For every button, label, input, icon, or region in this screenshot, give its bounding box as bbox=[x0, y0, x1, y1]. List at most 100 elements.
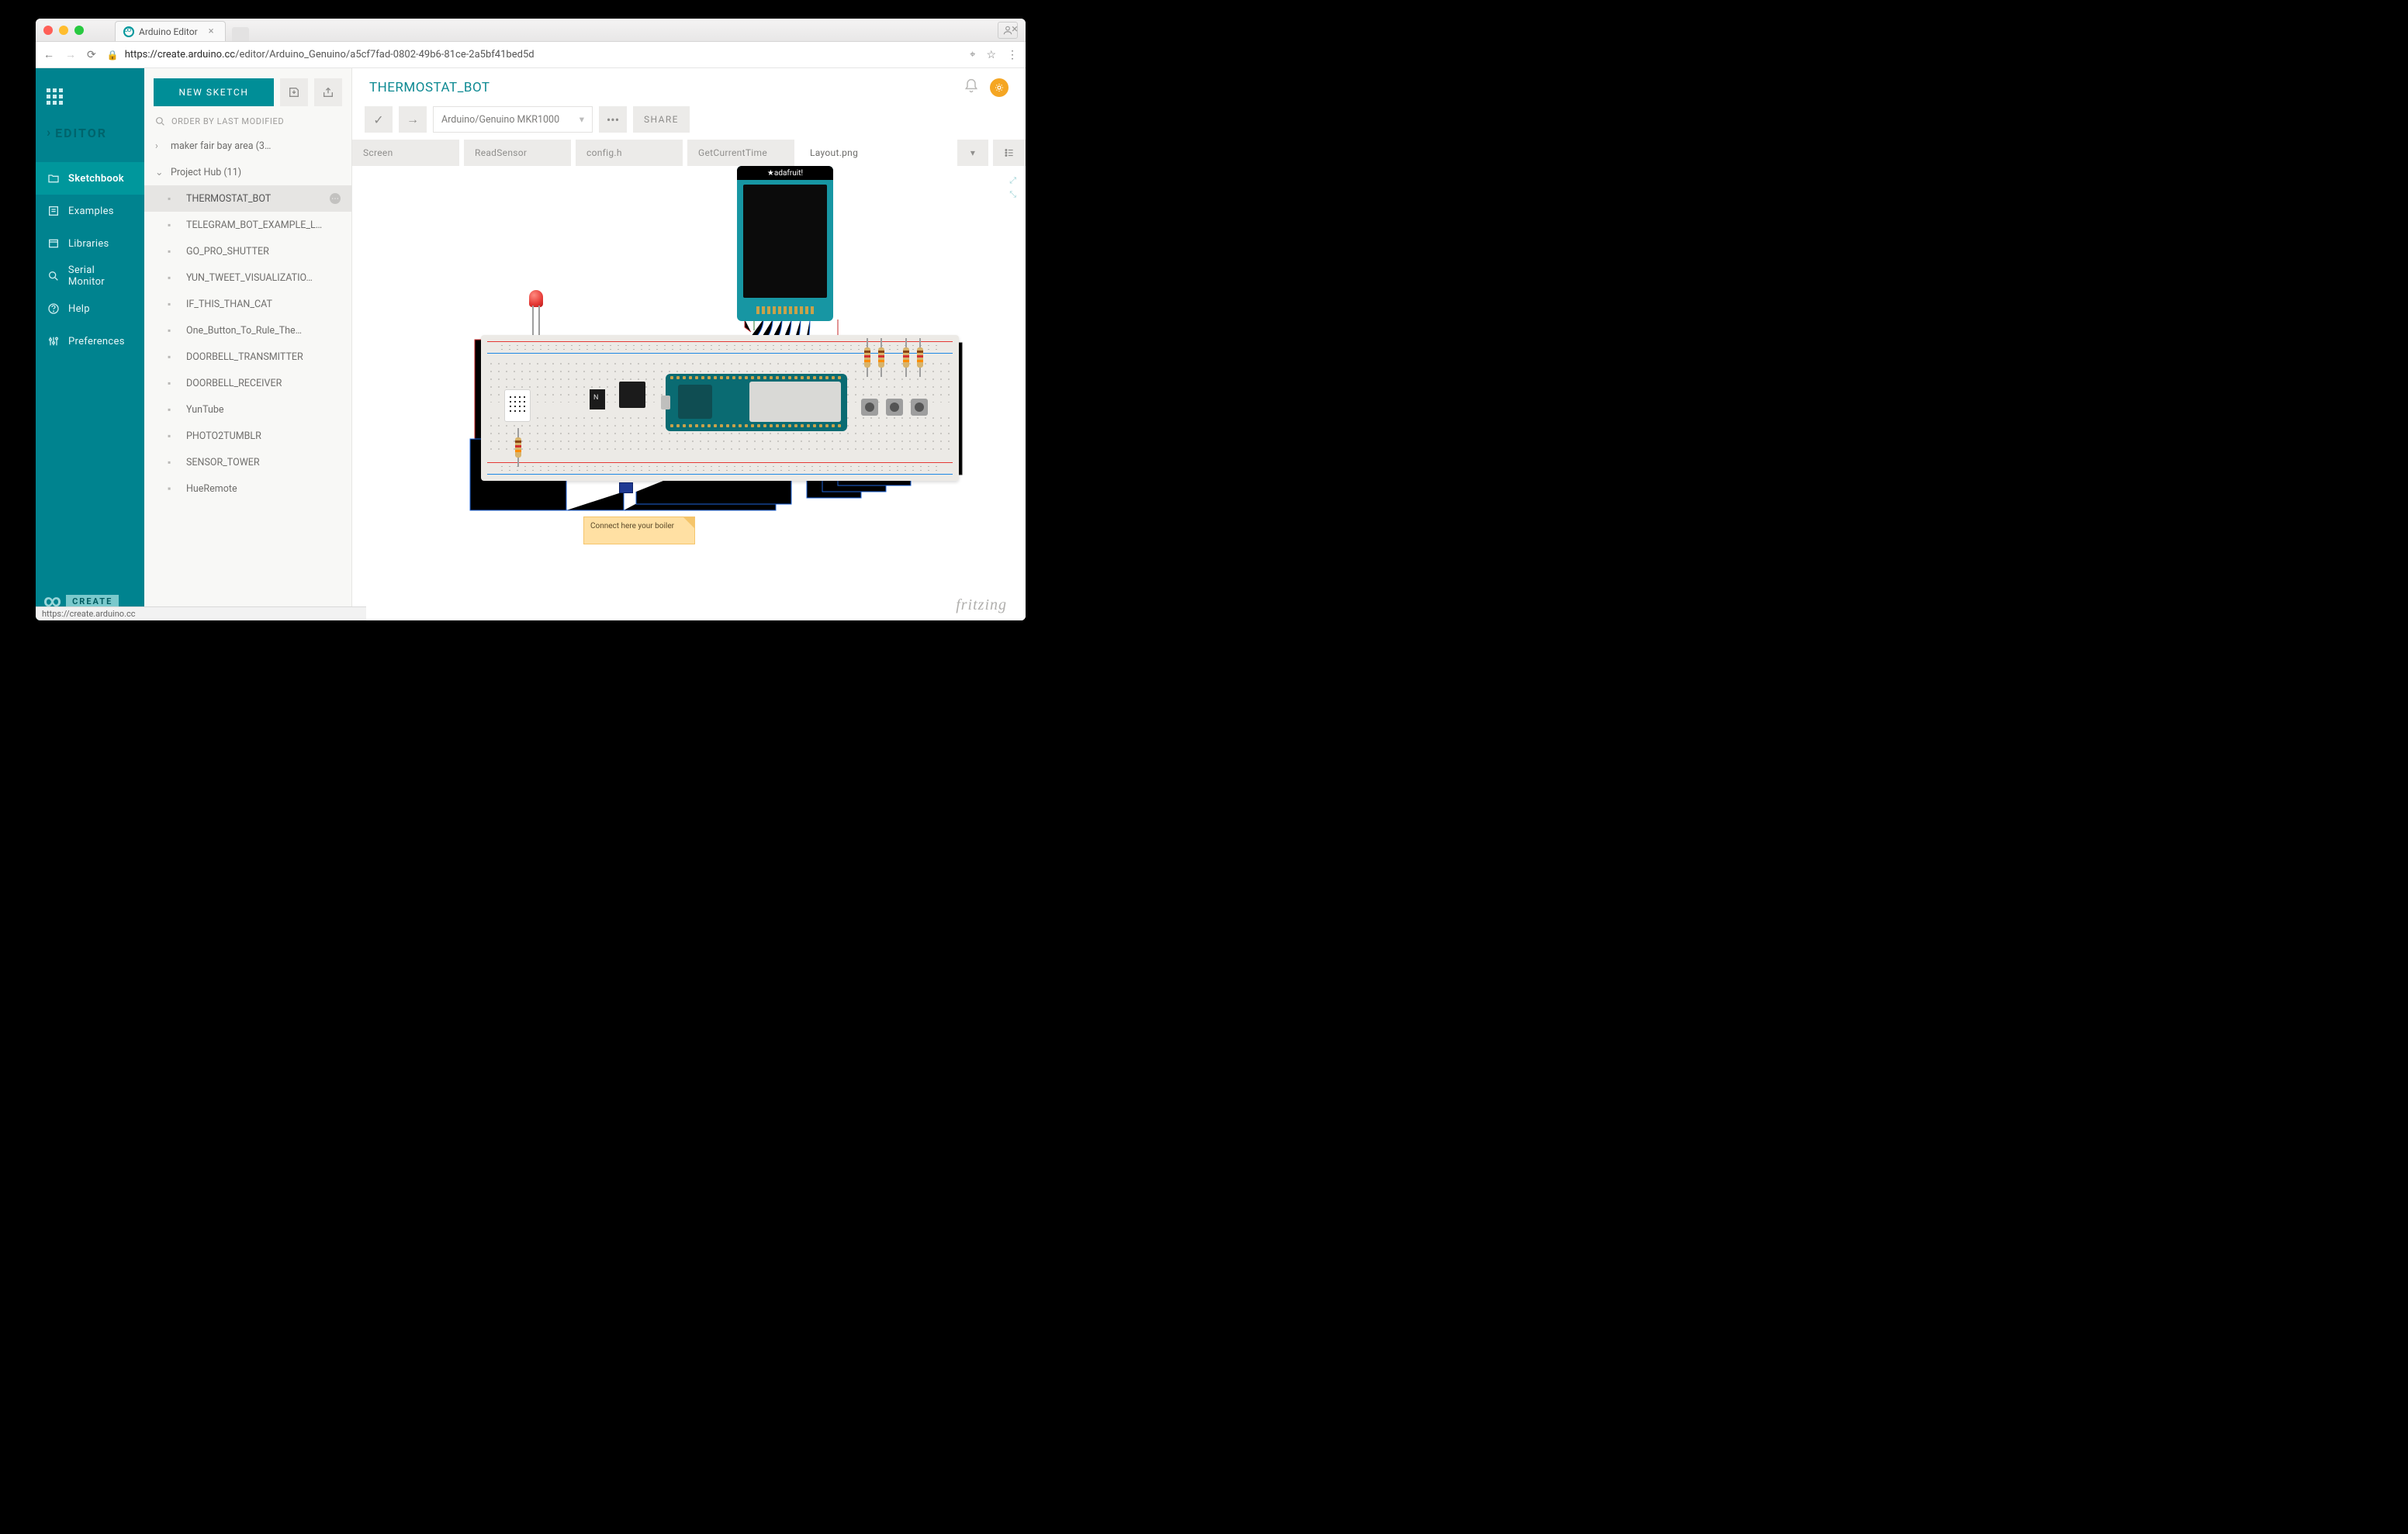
dht-sensor bbox=[504, 389, 531, 422]
nav-examples[interactable]: Examples bbox=[36, 195, 144, 227]
list-icon bbox=[47, 205, 61, 217]
fullscreen-icon[interactable]: ⤢⤡ bbox=[1009, 175, 1016, 200]
sketch-if-this-than-cat[interactable]: ▪IF_THIS_THAN_CAT bbox=[144, 291, 351, 317]
url-text: https://create.arduino.cc/editor/Arduino… bbox=[125, 49, 535, 60]
share-button[interactable]: SHARE bbox=[633, 106, 690, 133]
search-icon bbox=[155, 116, 165, 126]
file-icon: ▪ bbox=[168, 219, 178, 230]
sketch-go-pro-shutter[interactable]: ▪GO_PRO_SHUTTER bbox=[144, 238, 351, 264]
tab-overflow-button[interactable]: ▾ bbox=[957, 140, 988, 166]
sketch-toolbar: ✓ → Arduino/Genuino MKR1000 ▾ ••• SHARE bbox=[352, 107, 1026, 140]
upload-button[interactable]: → bbox=[399, 106, 427, 133]
sketch-one-button[interactable]: ▪One_Button_To_Rule_The… bbox=[144, 317, 351, 344]
tab-close-icon[interactable]: × bbox=[209, 26, 214, 37]
close-panel-icon[interactable]: × bbox=[1012, 22, 1018, 36]
import-button[interactable] bbox=[280, 78, 308, 106]
nav-serial-monitor[interactable]: Serial Monitor bbox=[36, 260, 144, 292]
lock-icon: 🔒 bbox=[107, 50, 119, 60]
sketch-thermostat-bot[interactable]: ▪ THERMOSTAT_BOT ⋯ bbox=[144, 185, 351, 212]
reload-icon[interactable]: ⟳ bbox=[87, 49, 96, 61]
sketch-telegram-bot[interactable]: ▪TELEGRAM_BOT_EXAMPLE_L… bbox=[144, 212, 351, 238]
new-sketch-button[interactable]: NEW SKETCH bbox=[154, 78, 274, 106]
maximize-window-icon[interactable] bbox=[74, 26, 84, 35]
sketch-sensor-tower[interactable]: ▪SENSOR_TOWER bbox=[144, 449, 351, 475]
sketch-hueremote[interactable]: ▪ HueRemote bbox=[144, 475, 351, 502]
sketchbook-tree: › maker fair bay area (3… ⌄ Project Hub … bbox=[144, 133, 351, 620]
tab-list-button[interactable] bbox=[993, 140, 1026, 166]
more-actions-button[interactable]: ••• bbox=[599, 106, 627, 133]
file-icon: ▪ bbox=[168, 246, 178, 257]
nav-help[interactable]: Help bbox=[36, 292, 144, 325]
display-header: ★adafruit! bbox=[737, 166, 833, 180]
sketchbook-panel: × NEW SKETCH ORDER BY LAST MODIFIED › ma… bbox=[144, 68, 352, 620]
sketch-doorbell-rx[interactable]: ▪DOORBELL_RECEIVER bbox=[144, 370, 351, 396]
chevron-down-icon: ▾ bbox=[580, 113, 584, 126]
close-window-icon[interactable] bbox=[43, 26, 53, 35]
magnifier-icon bbox=[47, 270, 61, 282]
browser-tabstrip: Arduino Editor × bbox=[115, 19, 249, 41]
item-menu-icon[interactable]: ⋯ bbox=[330, 193, 341, 204]
file-icon: ▪ bbox=[168, 193, 178, 204]
verify-button[interactable]: ✓ bbox=[365, 106, 393, 133]
help-icon bbox=[47, 302, 61, 315]
sketch-yuntube[interactable]: ▪YunTube bbox=[144, 396, 351, 423]
layout-canvas[interactable]: ⤢⤡ bbox=[352, 166, 1026, 620]
minimize-window-icon[interactable] bbox=[59, 26, 68, 35]
sticky-note: Connect here your boiler bbox=[583, 517, 695, 544]
file-tabs: Screen ReadSensor config.h GetCurrentTim… bbox=[352, 140, 1026, 166]
sliders-icon bbox=[47, 335, 61, 347]
relay-module bbox=[619, 482, 633, 493]
arduino-favicon-icon bbox=[123, 26, 134, 37]
fritzing-schematic: ★adafruit! bbox=[403, 166, 968, 577]
window-controls[interactable] bbox=[43, 26, 84, 35]
resistor bbox=[515, 437, 521, 458]
file-icon: ▪ bbox=[168, 351, 178, 362]
app-switcher-icon[interactable] bbox=[47, 88, 63, 105]
tab-readsensor[interactable]: ReadSensor bbox=[464, 140, 571, 166]
browser-tab[interactable]: Arduino Editor × bbox=[115, 21, 226, 41]
chrome-menu-icon[interactable]: ⋮ bbox=[1007, 49, 1018, 61]
list-icon bbox=[1004, 147, 1015, 158]
nav-sketchbook[interactable]: Sketchbook bbox=[36, 162, 144, 195]
file-icon: ▪ bbox=[168, 483, 178, 495]
resistor bbox=[864, 347, 870, 368]
tab-title: Arduino Editor bbox=[139, 26, 198, 37]
adafruit-display: ★adafruit! bbox=[737, 166, 833, 321]
folder-project-hub[interactable]: ⌄ Project Hub (11) bbox=[144, 159, 351, 185]
editor-title: ›EDITOR bbox=[47, 125, 133, 140]
notifications-icon[interactable] bbox=[964, 78, 979, 98]
chevron-right-icon: › bbox=[155, 140, 163, 152]
folder-maker-fair[interactable]: › maker fair bay area (3… bbox=[144, 133, 351, 159]
board-selector[interactable]: Arduino/Genuino MKR1000 ▾ bbox=[433, 106, 593, 133]
mac-titlebar: Arduino Editor × bbox=[36, 19, 1026, 42]
file-icon: ▪ bbox=[168, 378, 178, 389]
resistor bbox=[878, 347, 884, 368]
nav-libraries[interactable]: Libraries bbox=[36, 227, 144, 260]
push-button-3 bbox=[911, 399, 928, 416]
black-chip bbox=[619, 382, 645, 408]
user-avatar[interactable] bbox=[990, 78, 1009, 97]
bookmark-icon[interactable]: ☆ bbox=[986, 49, 996, 61]
file-icon: ▪ bbox=[168, 430, 178, 441]
sketch-yun-tweet[interactable]: ▪YUN_TWEET_VISUALIZATIO… bbox=[144, 264, 351, 291]
sketch-doorbell-tx[interactable]: ▪DOORBELL_TRANSMITTER bbox=[144, 344, 351, 370]
back-icon[interactable]: ← bbox=[43, 48, 54, 61]
tab-getcurrenttime[interactable]: GetCurrentTime bbox=[687, 140, 794, 166]
export-button[interactable] bbox=[314, 78, 342, 106]
editor-main: THERMOSTAT_BOT ✓ → Arduino/Genuino MKR10… bbox=[352, 68, 1026, 620]
page-action-icon[interactable]: ⌖ bbox=[970, 49, 975, 61]
display-screen bbox=[743, 185, 827, 298]
browser-toolbar: ← → ⟳ 🔒 https://create.arduino.cc/editor… bbox=[36, 42, 1026, 68]
file-icon: ▪ bbox=[168, 325, 178, 336]
address-bar[interactable]: 🔒 https://create.arduino.cc/editor/Ardui… bbox=[107, 49, 959, 60]
tab-config[interactable]: config.h bbox=[576, 140, 683, 166]
nav-preferences[interactable]: Preferences bbox=[36, 325, 144, 358]
tab-screen[interactable]: Screen bbox=[352, 140, 459, 166]
tab-layout[interactable]: Layout.png bbox=[799, 140, 906, 166]
order-by-row[interactable]: ORDER BY LAST MODIFIED bbox=[144, 116, 351, 133]
new-tab-button[interactable] bbox=[232, 27, 249, 41]
forward-icon[interactable]: → bbox=[65, 48, 76, 61]
sketch-photo2tumblr[interactable]: ▪PHOTO2TUMBLR bbox=[144, 423, 351, 449]
library-icon bbox=[47, 237, 61, 250]
resistor bbox=[917, 347, 923, 368]
